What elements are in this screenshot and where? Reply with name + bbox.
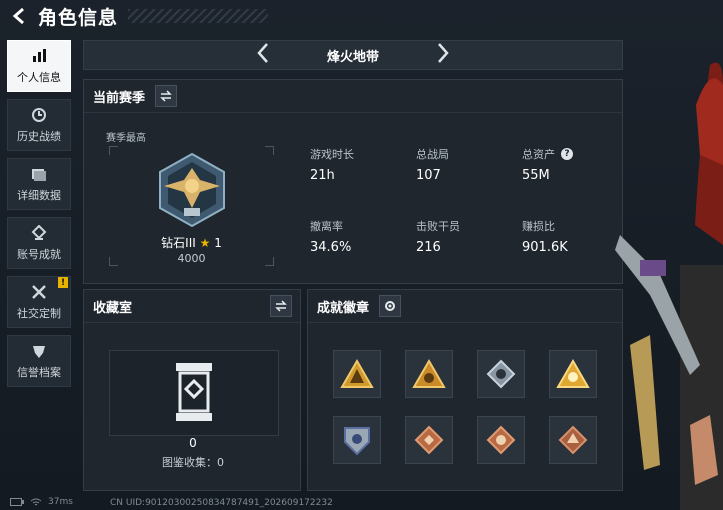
collection-panel: 收藏室 0 图鉴收集：0 <box>83 289 301 491</box>
page-header: 角色信息 <box>0 0 723 32</box>
sidebar-item-label: 信誉档案 <box>17 365 61 379</box>
achievement-panel-header: 成就徽章 <box>308 290 622 323</box>
sidebar-item-achievement[interactable]: 账号成就 <box>7 217 71 269</box>
ping-text: 37ms <box>48 497 73 507</box>
sidebar-item-credit[interactable]: 信誉档案 <box>7 335 71 387</box>
folder-icon <box>32 168 46 181</box>
achievement-settings-button[interactable] <box>379 295 402 317</box>
collection-title: 收藏室 <box>93 300 133 316</box>
map-selector: 烽火地带 <box>83 40 623 70</box>
stat-value: 21h <box>310 168 335 183</box>
stat-total-matches: 总战局 107 <box>416 146 516 183</box>
bronze-diamond-badge-icon <box>414 425 444 455</box>
stat-label: 击败干员 <box>416 220 460 233</box>
season-panel: 当前赛季 赛季最高 钻石III ★ 1 4000 游戏时长 21h 总战局 10… <box>83 79 623 284</box>
swap-icon <box>160 90 172 102</box>
chevron-left-icon <box>257 42 268 63</box>
swap-icon <box>275 300 287 312</box>
display-case-icon <box>176 363 212 421</box>
credit-shield-icon <box>33 345 45 358</box>
collection-label: 图鉴收集：0 <box>162 456 224 469</box>
rank-score: 4000 <box>177 252 206 265</box>
season-best-label: 赛季最高 <box>106 133 146 144</box>
silver-diamond-badge-icon <box>486 359 516 389</box>
stat-play-time: 游戏时长 21h <box>310 146 410 183</box>
stat-operators-defeated: 击败干员 216 <box>416 218 516 255</box>
achievement-panel: 成就徽章 <box>307 289 623 491</box>
character-portrait <box>615 62 723 510</box>
prev-map-button[interactable] <box>243 42 283 69</box>
rank-star-count: 1 <box>214 236 222 250</box>
rank-title: 钻石III <box>161 236 196 250</box>
frame-corner <box>109 146 118 155</box>
back-arrow-icon <box>12 7 24 25</box>
battery-icon <box>10 498 24 506</box>
tools-icon <box>32 284 46 299</box>
wifi-icon <box>30 498 42 505</box>
sidebar-item-personal-info[interactable]: 个人信息 <box>7 40 71 92</box>
sidebar-item-social[interactable]: ! 社交定制 <box>7 276 71 328</box>
season-panel-header: 当前赛季 <box>84 80 622 113</box>
chevron-right-icon <box>438 42 449 63</box>
stat-label-text: 总资产 <box>522 148 555 161</box>
status-bar: 37ms <box>10 497 73 507</box>
sidebar-item-label: 账号成就 <box>17 247 61 261</box>
star-icon: ★ <box>199 236 211 250</box>
next-map-button[interactable] <box>423 42 463 69</box>
season-switch-button[interactable] <box>155 85 178 107</box>
silver-shield-badge-icon <box>344 427 370 456</box>
achievement-badge[interactable] <box>477 416 525 464</box>
stat-value: 34.6% <box>310 240 352 255</box>
bronze-diamond-badge-icon <box>558 425 588 455</box>
stat-label: 撤离率 <box>310 220 343 233</box>
stat-label: 游戏时长 <box>310 148 354 161</box>
frame-corner <box>265 146 274 155</box>
collection-switch-button[interactable] <box>270 295 292 317</box>
sidebar-item-label: 社交定制 <box>17 306 61 320</box>
sidebar-item-label: 个人信息 <box>17 70 61 84</box>
rank-display: 钻石III ★ 1 4000 <box>109 146 274 266</box>
stat-value: 216 <box>416 240 441 255</box>
stat-value: 107 <box>416 168 441 183</box>
back-button[interactable] <box>6 2 34 30</box>
sidebar-item-label: 详细数据 <box>17 188 61 202</box>
achievement-badge[interactable] <box>549 350 597 398</box>
gold-triangle-badge-icon <box>412 359 446 388</box>
achievement-icon <box>31 224 47 240</box>
sidebar-item-label: 历史战绩 <box>17 129 61 143</box>
bar-chart-icon <box>33 48 46 62</box>
achievement-badge[interactable] <box>549 416 597 464</box>
sidebar: 个人信息 历史战绩 详细数据 账号成就 ! 社交定制 信誉档案 <box>7 40 73 394</box>
achievement-badge[interactable] <box>405 350 453 398</box>
achievement-badge[interactable] <box>333 416 381 464</box>
achievement-badge[interactable] <box>333 350 381 398</box>
help-icon[interactable]: ? <box>561 148 573 160</box>
uid-text: CN UID:901203002508347874​91_20260917223… <box>110 498 333 508</box>
stat-extraction-rate: 撤离率 34.6% <box>310 218 410 255</box>
diamond-rank-emblem-icon <box>159 152 225 228</box>
sidebar-item-history[interactable]: 历史战绩 <box>7 99 71 151</box>
collection-showcase[interactable] <box>109 350 279 436</box>
gold-triangle-badge-icon <box>556 359 590 388</box>
achievement-title: 成就徽章 <box>317 300 370 316</box>
season-title: 当前赛季 <box>93 90 146 106</box>
badge-grid <box>333 350 603 464</box>
title-decoration <box>128 9 269 23</box>
sidebar-item-details[interactable]: 详细数据 <box>7 158 71 210</box>
collection-count: 0 <box>189 436 197 450</box>
gear-icon <box>385 301 396 311</box>
rank-name: 钻石III ★ 1 <box>109 234 274 251</box>
map-name: 烽火地带 <box>326 49 379 65</box>
history-clock-icon <box>32 107 46 122</box>
gold-triangle-badge-icon <box>340 359 374 388</box>
page-title: 角色信息 <box>38 6 119 29</box>
achievement-badge[interactable] <box>477 350 525 398</box>
achievement-badge[interactable] <box>405 416 453 464</box>
collection-panel-header: 收藏室 <box>84 290 300 323</box>
notification-badge: ! <box>58 277 68 288</box>
bronze-diamond-badge-icon <box>486 425 516 455</box>
stat-label: 总战局 <box>416 148 449 161</box>
